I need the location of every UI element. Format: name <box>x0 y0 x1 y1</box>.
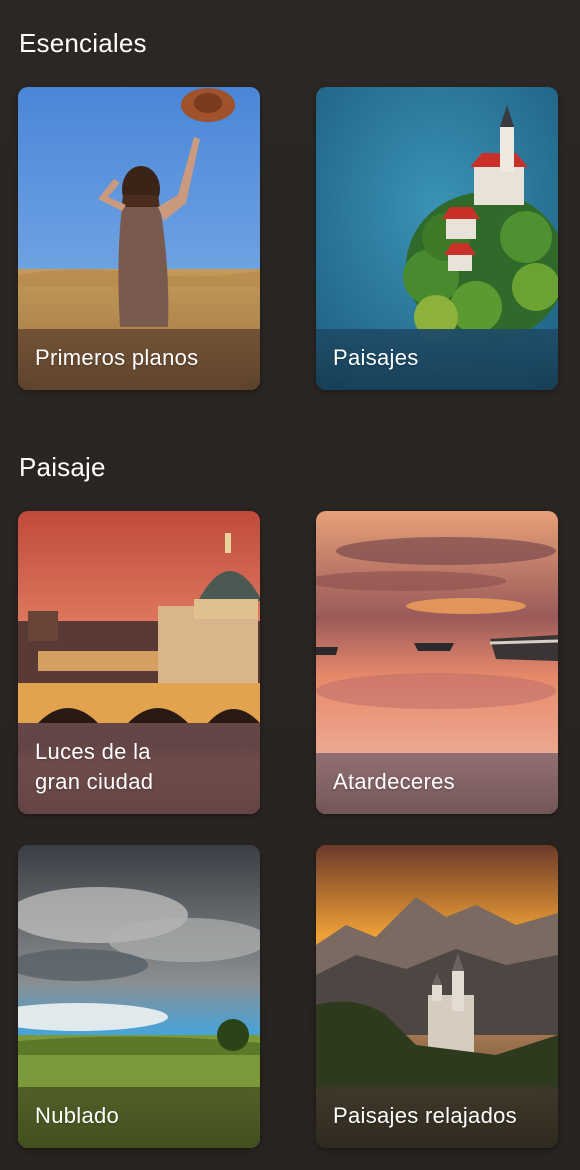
section-grid-esenciales: Primeros planos Paisajes <box>18 87 558 390</box>
card-label-primeros-planos: Primeros planos <box>35 345 199 370</box>
card-paisajes[interactable]: Paisajes <box>316 87 558 390</box>
section-title-paisaje: Paisaje <box>19 452 106 482</box>
section-grid-paisaje: Luces de la gran ciudad Atardeceres Nubl… <box>18 511 558 1148</box>
card-label-atardeceres: Atardeceres <box>333 769 455 794</box>
section-title-esenciales: Esenciales <box>19 28 147 58</box>
card-atardeceres[interactable]: Atardeceres <box>316 511 558 814</box>
card-label-paisajes-relajados: Paisajes relajados <box>333 1103 517 1128</box>
card-nublado[interactable]: Nublado <box>18 845 260 1148</box>
card-label-luces-de-la-gran-ciudad: Luces de la gran ciudad <box>35 739 154 794</box>
card-paisajes-relajados[interactable]: Paisajes relajados <box>316 845 558 1148</box>
card-label-paisajes: Paisajes <box>333 345 419 370</box>
card-luces-de-la-gran-ciudad[interactable]: Luces de la gran ciudad <box>18 511 260 814</box>
card-primeros-planos[interactable]: Primeros planos <box>18 87 260 390</box>
card-label-nublado: Nublado <box>35 1103 120 1128</box>
collections-screen: Esenciales Primeros planos Paisajes Pais… <box>0 0 580 1170</box>
